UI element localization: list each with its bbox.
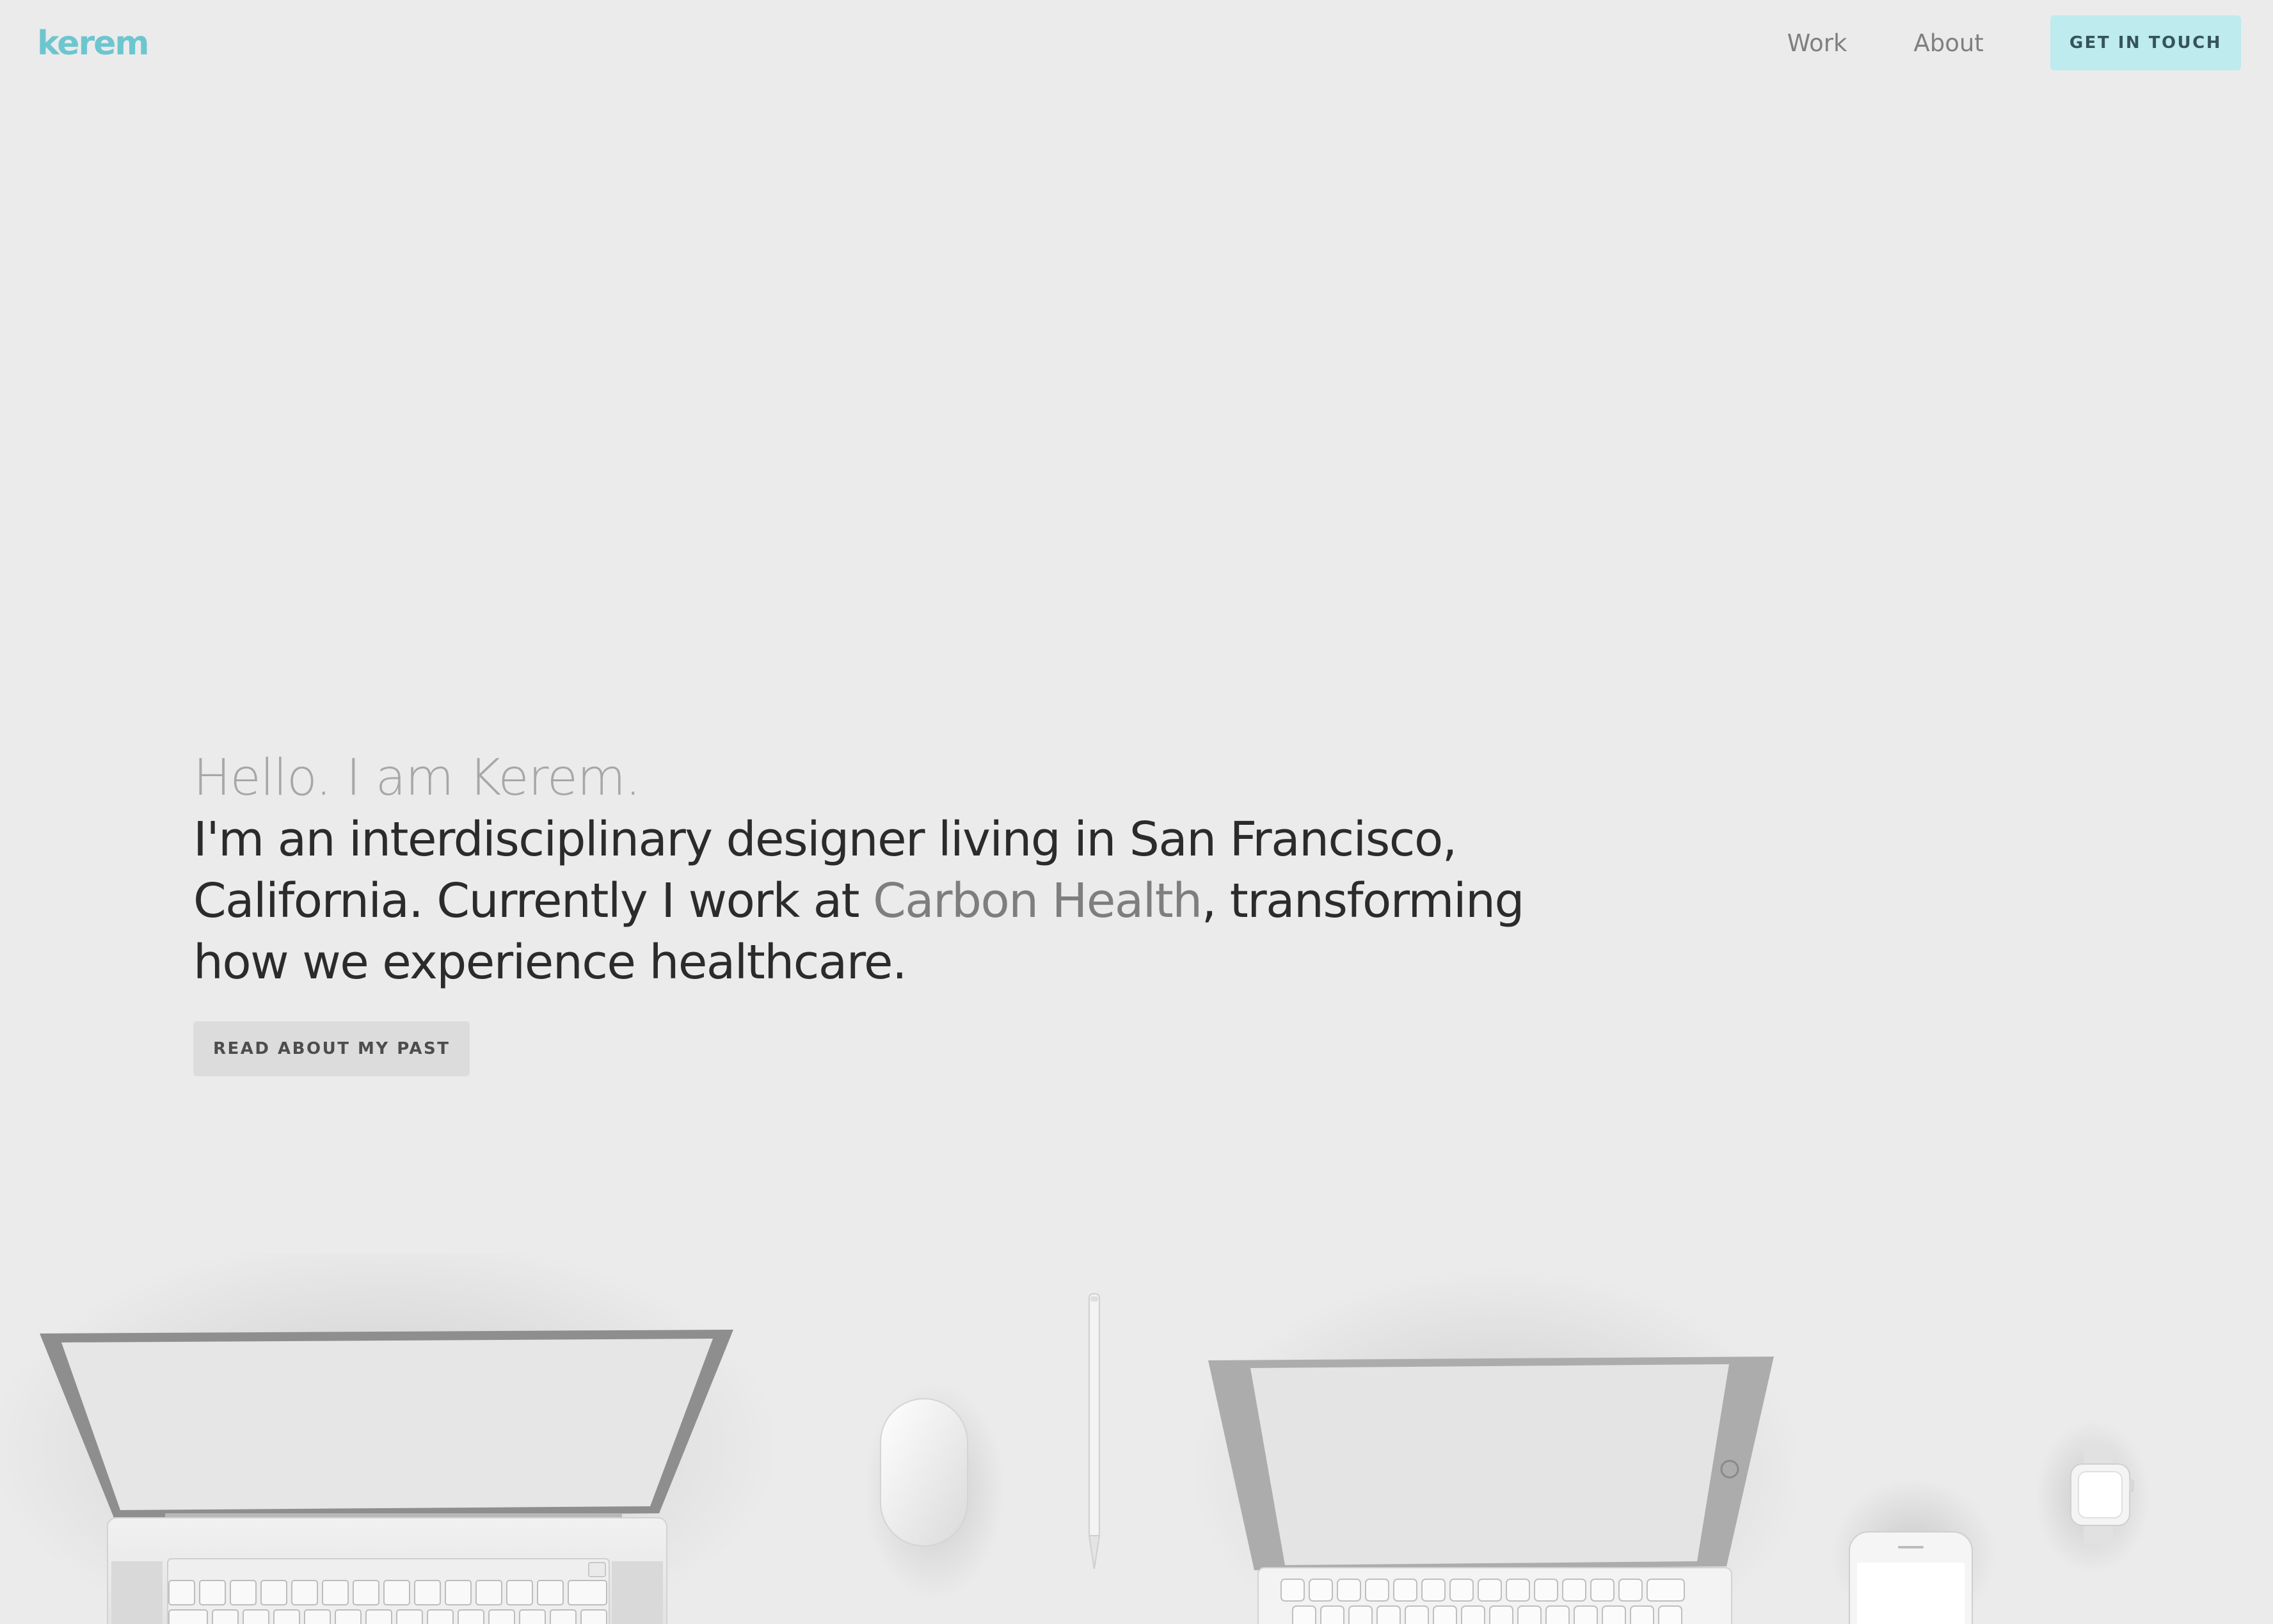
- top-nav: Work About GET IN TOUCH: [1787, 15, 2241, 70]
- nav-link-about[interactable]: About: [1913, 29, 1983, 57]
- devices-graphic: [0, 1254, 2150, 1624]
- nav-link-work[interactable]: Work: [1787, 29, 1847, 57]
- page: kerem Work About GET IN TOUCH Hello. I a…: [0, 0, 2273, 1624]
- hero: Hello. I am Kerem. I'm an interdisciplin…: [193, 747, 1575, 1076]
- get-in-touch-button[interactable]: GET IN TOUCH: [2050, 15, 2241, 70]
- phone-image: [1830, 1478, 1997, 1624]
- hero-greeting: Hello. I am Kerem.: [193, 749, 641, 807]
- hero-intro: I'm an interdisciplinary designer living…: [193, 809, 1575, 993]
- watch-image: [2035, 1421, 2150, 1574]
- laptop-image: [0, 1254, 781, 1624]
- logo[interactable]: kerem: [37, 18, 150, 69]
- company-link[interactable]: Carbon Health: [873, 873, 1202, 928]
- devices-illustration: [0, 1254, 2273, 1624]
- read-about-past-button[interactable]: READ ABOUT MY PAST: [193, 1021, 470, 1076]
- tablet-image: [1190, 1267, 1805, 1624]
- mouse-image: [864, 1382, 1005, 1600]
- pencil-image: [1088, 1293, 1101, 1570]
